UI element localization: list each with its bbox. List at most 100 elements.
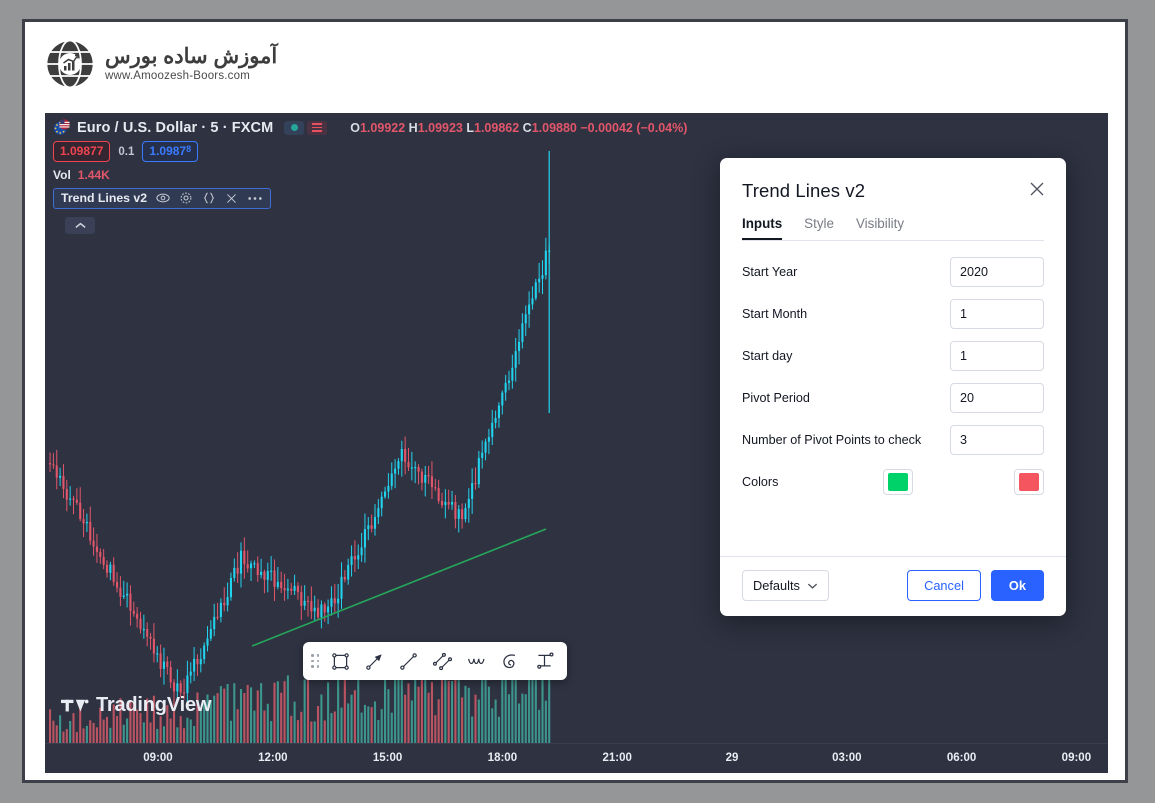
wave-tool-icon[interactable]	[462, 647, 491, 676]
time-axis-label: 09:00	[143, 752, 172, 764]
measure-tool-icon[interactable]	[530, 647, 559, 676]
time-axis[interactable]: 09:00 12:00 15:00 18:00 21:00 29 03:00 06:00 09:…	[45, 743, 1108, 773]
ohlc-change-pct: (−0.04%)	[636, 121, 687, 135]
legend-badges	[284, 121, 327, 135]
field-input[interactable]	[950, 299, 1044, 329]
dialog-body: Start Year Start Month Start day Pivot Peri…	[720, 241, 1066, 556]
time-axis-label: 09:00	[1062, 752, 1091, 764]
ohlc-c-value: 1.09880	[532, 121, 577, 135]
eye-icon[interactable]	[156, 191, 170, 205]
trend-line-drawing	[252, 529, 546, 646]
ask-price-pill[interactable]: 1.09878	[142, 141, 198, 162]
volume-label: Vol	[53, 168, 71, 182]
brand-header: آموزش ساده بورس www.Amoozesh-Boors.com	[45, 39, 277, 89]
symbol-title[interactable]: Euro / U.S. Dollar · 5 · FXCM	[77, 120, 273, 136]
volume-value: 1.44K	[78, 168, 110, 182]
source-code-icon[interactable]	[202, 191, 216, 205]
dialog-tab-visibility[interactable]: Visibility	[856, 216, 904, 240]
time-axis-label: 18:00	[488, 752, 517, 764]
study-name[interactable]: Trend Lines v2	[61, 191, 147, 205]
collapse-legend-button[interactable]	[65, 217, 95, 234]
color-swatch-2	[1019, 473, 1039, 491]
time-axis-label: 03:00	[832, 752, 861, 764]
field-label: Start Year	[742, 265, 797, 279]
field-label: Pivot Period	[742, 391, 810, 405]
ohlc-c-label: C	[523, 121, 532, 135]
eurusd-flag-icon	[53, 119, 70, 136]
color-swatch-button-1[interactable]	[883, 469, 913, 495]
dialog-close-button[interactable]	[1026, 178, 1048, 200]
ok-button[interactable]: Ok	[991, 570, 1044, 601]
brand-text: آموزش ساده بورس www.Amoozesh-Boors.com	[105, 46, 277, 83]
rectangle-tool-icon[interactable]	[326, 647, 355, 676]
colors-label: Colors	[742, 475, 778, 489]
ohlc-values: O1.09922 H1.09923 L1.09862 C1.09880 −0.0…	[350, 121, 687, 135]
parallel-channel-tool-icon[interactable]	[428, 647, 457, 676]
ohlc-l-value: 1.09862	[474, 121, 519, 135]
time-axis-label: 21:00	[602, 752, 631, 764]
legend-symbol-row: Euro / U.S. Dollar · 5 · FXCM O1.09922 H…	[53, 119, 687, 136]
settings-gear-icon[interactable]	[179, 191, 193, 205]
field-label: Start day	[742, 349, 792, 363]
settings-field-row: Pivot Period	[742, 383, 1044, 413]
chevron-up-icon	[74, 221, 87, 230]
ohlc-o-label: O	[350, 121, 360, 135]
chart-legend: Euro / U.S. Dollar · 5 · FXCM O1.09922 H…	[53, 119, 687, 234]
dialog-header: Trend Lines v2	[720, 158, 1066, 202]
cancel-button[interactable]: Cancel	[907, 570, 981, 601]
dialog-action-buttons: Cancel Ok	[907, 570, 1044, 601]
ask-price-main: 1.0987	[149, 144, 186, 158]
trend-line-tool-icon[interactable]	[394, 647, 423, 676]
study-legend-row[interactable]: Trend Lines v2	[53, 188, 271, 209]
time-axis-label: 29	[726, 752, 739, 764]
close-icon	[1028, 180, 1046, 198]
settings-field-row: Start day	[742, 341, 1044, 371]
color-swatch-1	[888, 473, 908, 491]
page-sheet: آموزش ساده بورس www.Amoozesh-Boors.com	[25, 22, 1125, 780]
brand-name-fa: آموزش ساده بورس	[105, 46, 277, 67]
settings-field-row: Start Year	[742, 257, 1044, 287]
defaults-label: Defaults	[753, 578, 800, 593]
settings-field-row: Start Month	[742, 299, 1044, 329]
dialog-tabs[interactable]: Inputs Style Visibility	[720, 216, 1066, 240]
field-input[interactable]	[950, 383, 1044, 413]
field-input[interactable]	[950, 341, 1044, 371]
field-input[interactable]	[950, 257, 1044, 287]
brand-url: www.Amoozesh-Boors.com	[105, 71, 277, 83]
market-status-badge	[284, 121, 304, 135]
dialog-title: Trend Lines v2	[742, 180, 1044, 202]
ohlc-h-value: 1.09923	[418, 121, 463, 135]
field-input[interactable]	[950, 425, 1044, 455]
screenshot-frame: آموزش ساده بورس www.Amoozesh-Boors.com	[22, 19, 1128, 783]
time-axis-label: 12:00	[258, 752, 287, 764]
tradingview-watermark: TradingView	[61, 694, 211, 717]
arrow-line-tool-icon[interactable]	[360, 647, 389, 676]
chevron-down-icon	[807, 582, 818, 590]
spiral-tool-icon[interactable]	[496, 647, 525, 676]
ask-price-sup: 8	[186, 144, 191, 154]
spread-value: 0.1	[118, 146, 134, 158]
colors-field-row: Colors	[742, 467, 1044, 497]
page-root: آموزش ساده بورس www.Amoozesh-Boors.com	[0, 0, 1155, 803]
field-label: Start Month	[742, 307, 807, 321]
tradingview-logo-icon	[61, 697, 89, 715]
drawing-tools-toolbar[interactable]	[303, 642, 567, 680]
drag-grip-icon[interactable]	[311, 654, 319, 668]
ohlc-change: −0.00042	[580, 121, 632, 135]
color-swatch-button-2[interactable]	[1014, 469, 1044, 495]
legend-quote-row: 1.09877 0.1 1.09878	[53, 141, 687, 162]
dialog-tab-inputs[interactable]: Inputs	[742, 216, 782, 240]
settings-field-row: Number of Pivot Points to check	[742, 425, 1044, 455]
time-axis-label: 15:00	[373, 752, 402, 764]
tradingview-watermark-text: TradingView	[96, 694, 211, 717]
ohlc-o-value: 1.09922	[360, 121, 405, 135]
dialog-tab-style[interactable]: Style	[804, 216, 834, 240]
close-icon[interactable]	[225, 192, 238, 205]
ohlc-h-label: H	[409, 121, 418, 135]
defaults-dropdown-button[interactable]: Defaults	[742, 570, 829, 601]
indicator-settings-dialog[interactable]: Trend Lines v2 Inputs Style Visibility Sta…	[720, 158, 1066, 616]
bid-price-pill[interactable]: 1.09877	[53, 141, 110, 162]
more-options-icon[interactable]	[247, 192, 263, 205]
time-axis-label: 06:00	[947, 752, 976, 764]
chart-style-badge	[307, 121, 327, 135]
